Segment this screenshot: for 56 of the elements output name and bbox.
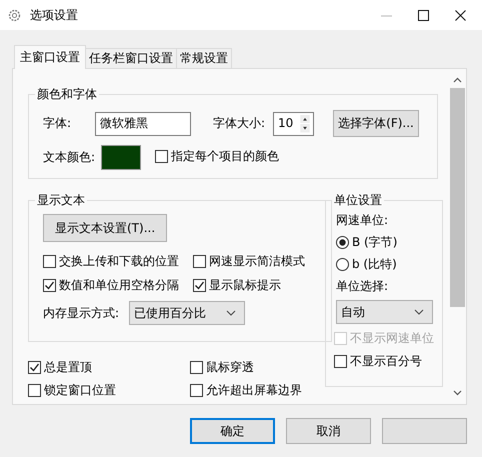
- unit-dropdown[interactable]: 自动: [336, 300, 433, 324]
- field-label: 内存显示方式:: [43, 306, 120, 320]
- settings-icon: [7, 8, 22, 22]
- tab[interactable]: 常规设置: [176, 48, 232, 68]
- checkbox-label: 网速显示简洁模式: [209, 254, 305, 269]
- field-label: 网速单位:: [336, 213, 390, 228]
- radio-label: B (字节): [352, 235, 398, 250]
- checkbox-label: 显示鼠标提示: [209, 278, 281, 293]
- scrollbar-thumb[interactable]: [450, 88, 466, 307]
- caret-icon: [414, 309, 424, 315]
- dialog-button[interactable]: 取消: [286, 418, 371, 444]
- checkbox-label: 交换上传和下载的位置: [59, 254, 179, 269]
- checkbox[interactable]: [43, 279, 56, 292]
- group-title: 显示文本: [36, 193, 86, 208]
- group-title: 单位设置: [333, 193, 383, 208]
- checkbox-label: 锁定窗口位置: [44, 383, 116, 398]
- radio-label: b (比特): [352, 257, 397, 272]
- checkbox-label: 不显示网速单位: [350, 331, 434, 346]
- spin-down-icon[interactable]: [300, 124, 310, 132]
- close-icon[interactable]: [455, 10, 466, 20]
- checkbox-label: 不显示百分号: [350, 354, 422, 369]
- tab[interactable]: 主窗口设置: [14, 45, 86, 69]
- checkbox[interactable]: [190, 361, 203, 374]
- field-label: 文本颜色:: [43, 150, 96, 165]
- font-field[interactable]: 微软雅黑: [95, 112, 191, 136]
- checkbox[interactable]: [28, 384, 41, 397]
- font-size-field[interactable]: 10: [273, 112, 314, 136]
- field-label: 字体:: [43, 116, 72, 131]
- checkbox[interactable]: [193, 255, 206, 268]
- spin-up-icon[interactable]: [300, 114, 310, 123]
- checkbox-label: 允许超出屏幕边界: [206, 383, 302, 398]
- field-label: 单位选择:: [336, 279, 390, 294]
- checkbox-label: 数值和单位用空格分隔: [59, 278, 179, 293]
- radio-button[interactable]: [336, 258, 349, 271]
- color-swatch[interactable]: [101, 145, 141, 170]
- choose-font-button[interactable]: 选择字体(F)...: [333, 110, 419, 137]
- scroll-up-icon[interactable]: [453, 77, 462, 83]
- checkbox[interactable]: [155, 150, 168, 162]
- dialog-button[interactable]: 确定: [190, 418, 275, 444]
- memory-dropdown[interactable]: 已使用百分比: [129, 301, 245, 325]
- checkbox[interactable]: [28, 361, 41, 374]
- checkbox-label: 鼠标穿透: [206, 360, 254, 375]
- checkbox[interactable]: [334, 355, 347, 368]
- checkbox-label: 总是置顶: [44, 360, 92, 375]
- field-label: 字体大小:: [213, 116, 266, 131]
- caret-icon: [226, 310, 236, 316]
- checkbox[interactable]: [43, 255, 56, 268]
- text-settings-button[interactable]: 显示文本设置(T)...: [43, 214, 168, 242]
- scroll-down-icon[interactable]: [453, 390, 462, 396]
- checkbox[interactable]: [193, 279, 206, 292]
- maximize-icon[interactable]: [418, 10, 429, 20]
- checkbox[interactable]: [190, 384, 203, 397]
- group-title: 颜色和字体: [36, 87, 98, 102]
- checkbox-label: 指定每个项目的颜色: [171, 148, 279, 164]
- radio-button[interactable]: [336, 236, 349, 249]
- window-title: 选项设置: [30, 8, 78, 22]
